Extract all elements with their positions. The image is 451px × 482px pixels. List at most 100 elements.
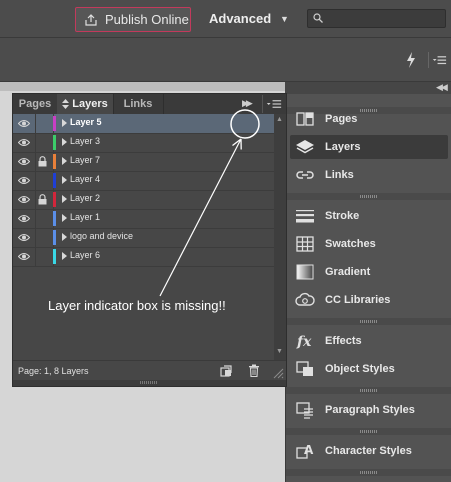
visibility-eye-icon[interactable] [18,176,30,185]
scrollbar[interactable] [274,114,286,360]
visibility-eye-icon[interactable] [18,195,30,204]
workspace-switcher[interactable]: Advanced [209,11,271,26]
lock-toggle[interactable] [35,228,54,247]
panel-menu-icon[interactable] [428,52,448,68]
lock-toggle[interactable] [35,114,54,133]
publish-online-button[interactable]: Publish Online [75,7,191,32]
layer-row[interactable]: Layer 3 [13,133,275,153]
expand-panel-icon[interactable]: ▶▶ [242,98,253,109]
layer-row[interactable]: Layer 7 [13,152,275,172]
dock-item-label: Effects [325,335,362,347]
expand-triangle-icon[interactable] [62,233,67,241]
svg-text:fx: fx [296,334,312,350]
layer-row[interactable]: logo and device [13,228,275,248]
dock-item-character-styles[interactable]: A Character Styles [290,439,448,463]
pages-icon [296,112,314,126]
annotation-text: Layer indicator box is missing!! [48,298,226,313]
layers-panel: Pages Layers Links ▶▶ Layer 5 Layer 3 Laye… [12,93,287,387]
tab-arrows-icon [62,99,70,109]
expand-triangle-icon[interactable] [62,252,67,260]
dock-item-label: Character Styles [325,445,412,457]
tab-pages[interactable]: Pages [13,94,58,114]
layer-color-swatch [53,230,56,245]
visibility-eye-icon[interactable] [18,138,30,147]
layer-row[interactable]: Layer 6 [13,247,275,267]
tab-label: Pages [18,98,52,110]
expand-triangle-icon[interactable] [62,119,67,127]
tab-links[interactable]: Links [113,94,164,114]
panel-tab-bar: Pages Layers Links ▶▶ [13,94,286,114]
expand-triangle-icon[interactable] [62,157,67,165]
lightning-icon[interactable] [405,52,417,68]
scroll-up-icon[interactable]: ▲ [276,116,283,123]
layer-name: Layer 2 [70,193,101,203]
dock-item-object-styles[interactable]: Object Styles [290,357,448,381]
dock-group-grip[interactable] [286,387,451,394]
gradient-icon [296,264,314,280]
expand-triangle-icon[interactable] [62,138,67,146]
visibility-eye-icon[interactable] [18,252,30,261]
lock-toggle[interactable] [35,247,54,266]
paragraph-styles-icon [296,402,313,419]
layer-name: Layer 1 [70,212,101,222]
trash-icon[interactable] [248,364,260,377]
character-styles-icon: A [296,443,314,459]
layer-color-swatch [53,173,56,188]
dock-group-grip[interactable] [286,193,451,200]
dock-item-gradient[interactable]: Gradient [290,260,448,284]
layer-color-swatch [53,116,56,131]
dock-item-label: Swatches [325,238,376,250]
tab-layers[interactable]: Layers [57,94,114,114]
dock-group-grip[interactable] [286,318,451,325]
layer-name: Layer 7 [70,155,101,165]
stroke-icon [296,210,314,223]
layer-color-swatch [53,192,56,207]
search-input[interactable] [307,9,446,28]
dock-item-links[interactable]: Links [290,163,448,187]
visibility-eye-icon[interactable] [18,119,30,128]
panel-menu-icon[interactable] [262,95,284,113]
lock-toggle[interactable] [35,171,54,190]
dock-item-pages[interactable]: Pages [290,107,448,131]
chevron-down-icon[interactable]: ▼ [280,14,289,24]
lock-icon [38,194,47,205]
dock-item-label: Links [325,169,354,181]
collapse-dock-icon[interactable]: ◀◀ [436,82,448,93]
dock-item-swatches[interactable]: Swatches [290,232,448,256]
layer-list: Layer 5 Layer 3 Layer 7 Layer 4 Layer 2 Layer… [13,114,275,267]
expand-triangle-icon[interactable] [62,176,67,184]
expand-triangle-icon[interactable] [62,214,67,222]
visibility-eye-icon[interactable] [18,233,30,242]
dock-group-grip[interactable] [286,428,451,435]
dock-item-effects[interactable]: fx Effects [290,329,448,353]
resize-grip-icon[interactable] [273,368,284,379]
layer-row[interactable]: Layer 2 [13,190,275,210]
object-styles-icon [296,361,313,376]
layer-row[interactable]: Layer 1 [13,209,275,229]
dock-item-layers[interactable]: Layers [290,135,448,159]
dock-item-stroke[interactable]: Stroke [290,204,448,228]
svg-text:A: A [304,443,314,457]
dock-item-cc-libraries[interactable]: CC Libraries [290,288,448,312]
lock-toggle[interactable] [35,133,54,152]
scroll-down-icon[interactable]: ▼ [276,348,283,355]
visibility-eye-icon[interactable] [18,214,30,223]
tab-label: Links [123,98,153,110]
dock-item-label: Pages [325,113,358,125]
dock-item-label: Stroke [325,210,360,222]
layer-color-swatch [53,154,56,169]
panel-resize-handle[interactable] [13,380,286,386]
dock-item-label: Layers [325,141,361,153]
dock-item-paragraph-styles[interactable]: Paragraph Styles [290,398,448,422]
swatches-icon [296,236,314,252]
visibility-eye-icon[interactable] [18,157,30,166]
control-bar [0,38,451,82]
new-layer-icon[interactable] [220,365,232,377]
dock-group-grip[interactable] [286,469,451,476]
expand-triangle-icon[interactable] [62,195,67,203]
lock-toggle[interactable] [35,209,54,228]
layer-row[interactable]: Layer 5 [13,114,275,134]
layer-name: logo and device [70,231,134,241]
layer-row[interactable]: Layer 4 [13,171,275,191]
share-icon [85,13,97,26]
